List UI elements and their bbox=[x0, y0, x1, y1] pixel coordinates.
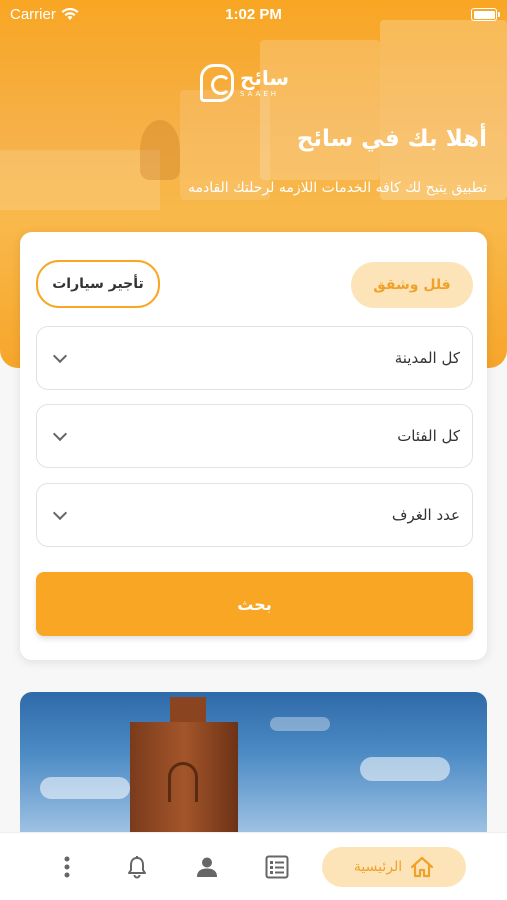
promo-image[interactable] bbox=[20, 692, 487, 842]
city-select-value: كل المدينة bbox=[394, 349, 460, 367]
search-card: فلل وشقق تأجير سيارات كل المدينة كل الفئ… bbox=[20, 232, 487, 660]
home-icon bbox=[410, 856, 434, 878]
hero-tree bbox=[140, 120, 180, 180]
chevron-down-icon bbox=[52, 348, 68, 363]
more-icon[interactable] bbox=[52, 847, 82, 887]
tab-villas-apartments[interactable]: فلل وشقق bbox=[351, 262, 473, 308]
battery-icon bbox=[471, 8, 500, 21]
logo-sub: SAAEH bbox=[240, 90, 280, 98]
hero-sea bbox=[0, 150, 160, 210]
chevron-down-icon bbox=[52, 426, 68, 441]
cloud bbox=[360, 757, 450, 781]
nav-home-label: الرئيسية bbox=[353, 859, 403, 875]
city-select[interactable]: كل المدينة bbox=[36, 326, 473, 390]
hero-building bbox=[380, 20, 507, 200]
minaret-arch bbox=[168, 762, 198, 802]
hero-title: أهلا بك في سائح bbox=[296, 126, 487, 152]
tab-car-rental[interactable]: تأجير سيارات bbox=[36, 260, 160, 308]
status-bar: Carrier 1:02 PM bbox=[0, 0, 507, 30]
rooms-select-value: عدد الغرف bbox=[391, 506, 460, 524]
logo-name: سائح bbox=[240, 66, 290, 90]
nav-home[interactable]: الرئيسية bbox=[322, 847, 466, 887]
chevron-down-icon bbox=[52, 505, 68, 520]
cloud bbox=[270, 717, 330, 731]
logo-mark-icon bbox=[200, 64, 234, 102]
search-button[interactable]: بحث bbox=[36, 572, 473, 636]
category-select[interactable]: كل الفئات bbox=[36, 404, 473, 468]
cloud bbox=[40, 777, 130, 799]
bell-icon[interactable] bbox=[122, 847, 152, 887]
category-select-value: كل الفئات bbox=[397, 427, 460, 445]
app-logo: سائح SAAEH bbox=[200, 58, 312, 108]
rooms-select[interactable]: عدد الغرف bbox=[36, 483, 473, 547]
hero-subtitle: تطبيق يتيح لك كافه الخدمات اللازمه لرحلت… bbox=[187, 180, 487, 196]
user-icon[interactable] bbox=[192, 847, 222, 887]
list-icon[interactable] bbox=[262, 847, 292, 887]
bottom-nav: الرئيسية bbox=[0, 832, 507, 900]
minaret-top bbox=[170, 697, 206, 725]
status-time: 1:02 PM bbox=[225, 6, 282, 23]
